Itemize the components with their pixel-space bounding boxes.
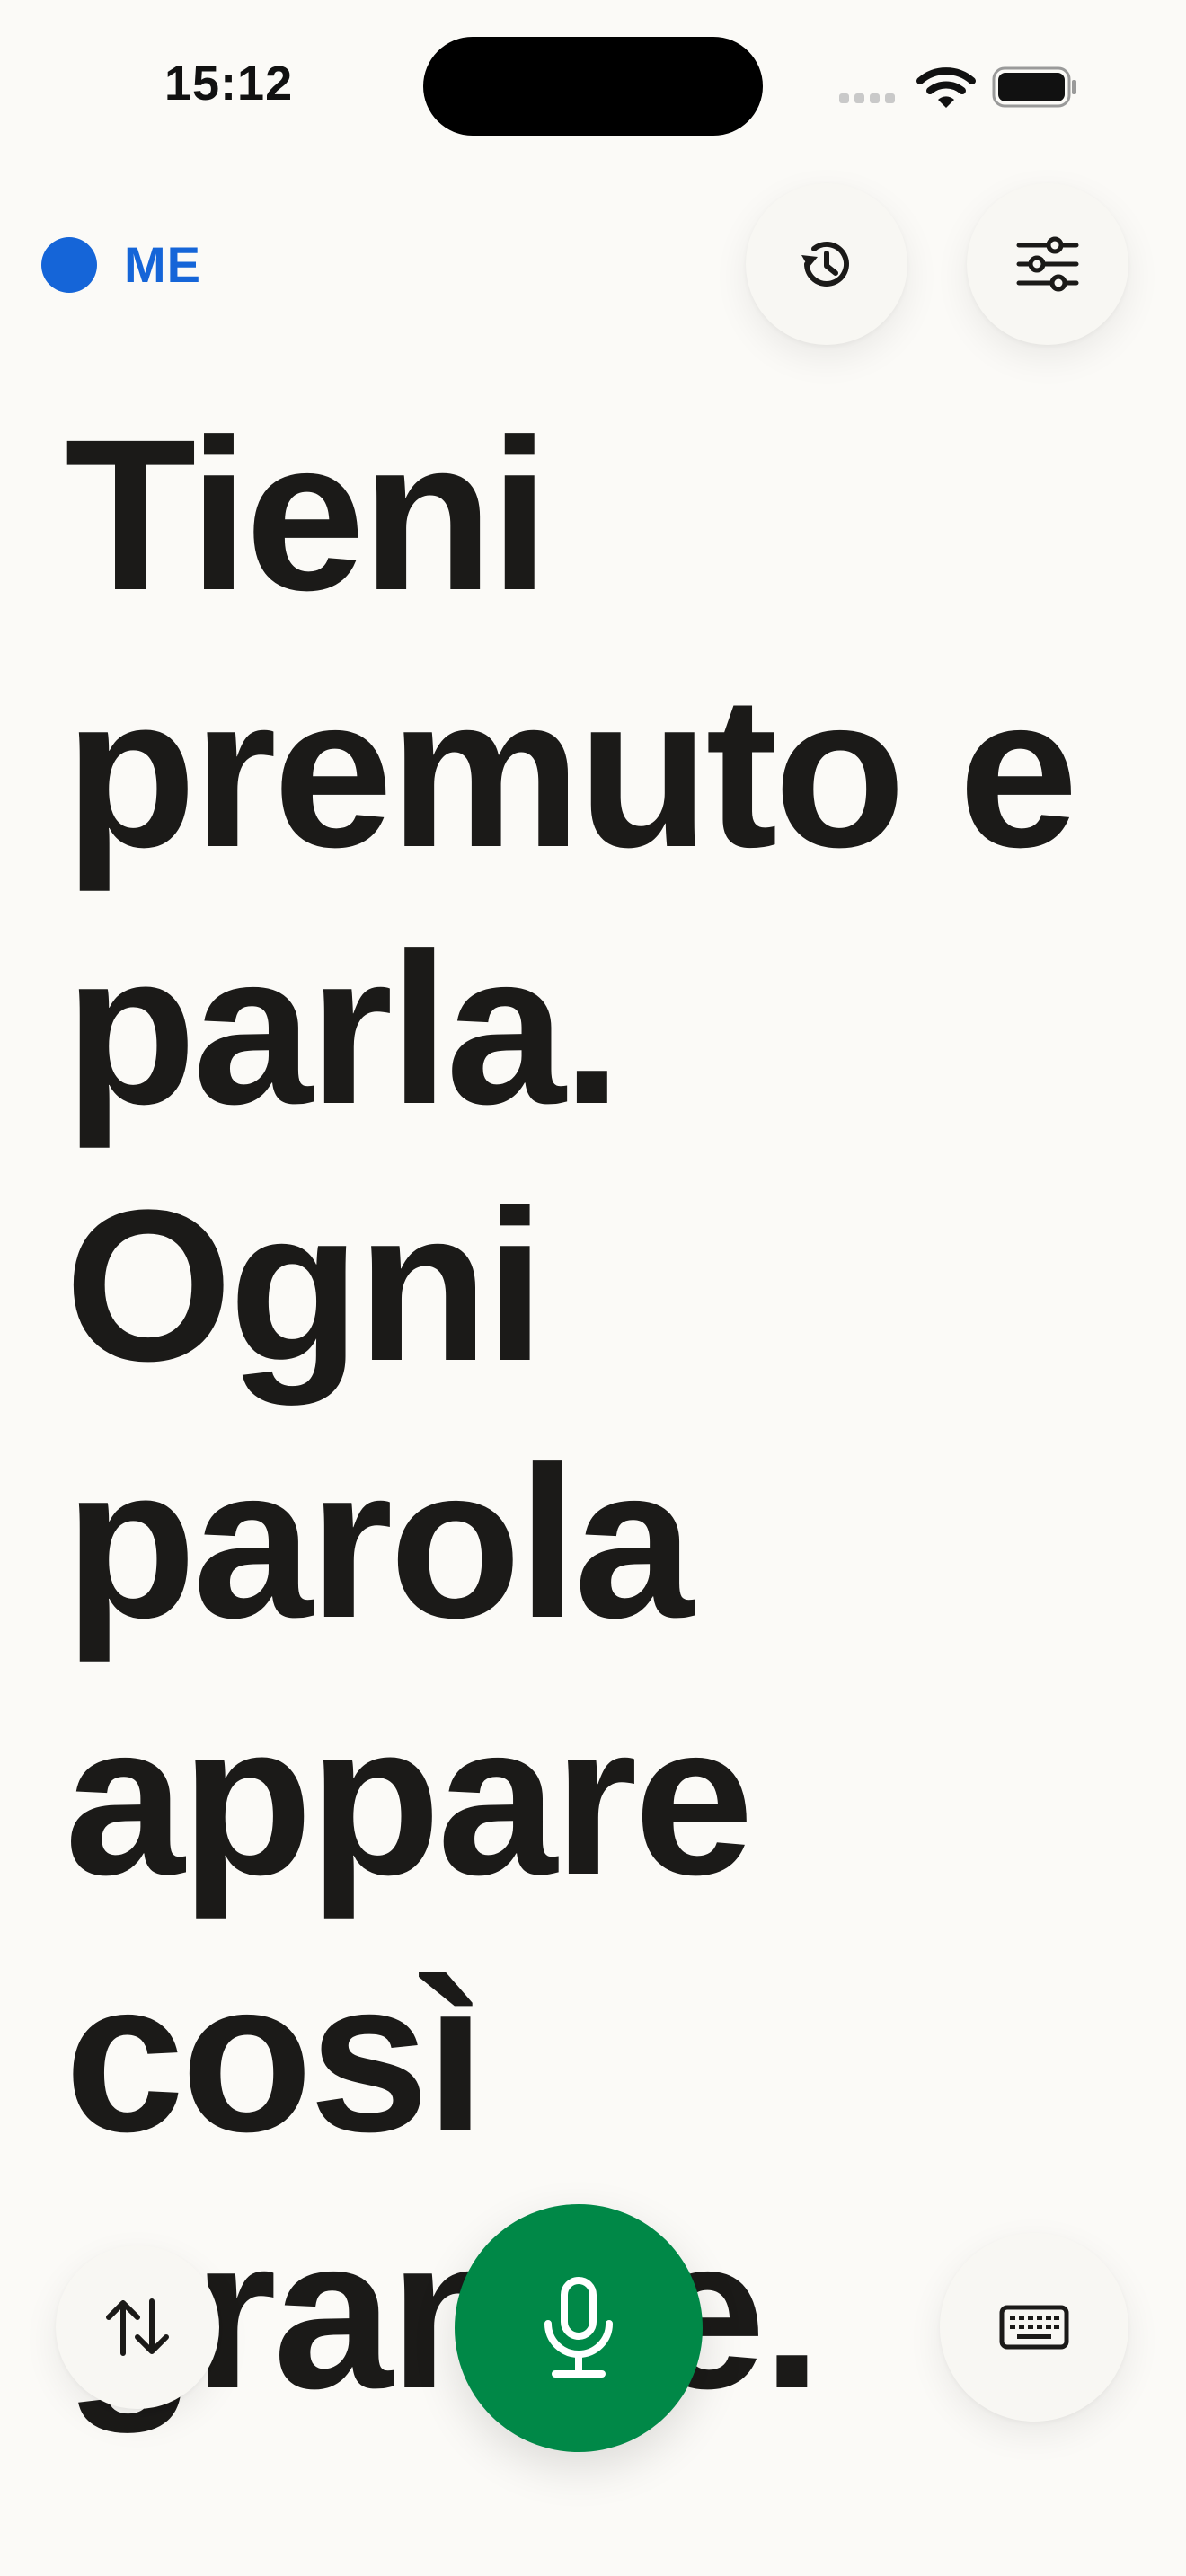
speaker-dot xyxy=(41,236,97,293)
speaker-indicator: ME xyxy=(41,235,201,294)
microphone-button[interactable] xyxy=(455,2204,703,2452)
settings-button[interactable] xyxy=(967,183,1128,345)
keyboard-icon xyxy=(999,2305,1069,2350)
swap-button[interactable] xyxy=(56,2245,219,2409)
cellular-signal-icon xyxy=(839,93,895,103)
sliders-icon xyxy=(1016,236,1079,292)
speaker-label: ME xyxy=(124,236,201,293)
wifi-icon xyxy=(916,67,976,108)
microphone-icon xyxy=(544,2277,613,2378)
dynamic-island xyxy=(423,37,763,136)
history-clock-icon xyxy=(801,241,849,287)
transcript-text: Tieni premuto e parla. Ogni parola appar… xyxy=(65,394,1078,2433)
status-time: 15:12 xyxy=(164,57,294,110)
swap-arrows-icon xyxy=(106,2298,169,2356)
history-button[interactable] xyxy=(746,183,907,345)
keyboard-button[interactable] xyxy=(940,2233,1128,2422)
battery-icon xyxy=(992,66,1076,108)
